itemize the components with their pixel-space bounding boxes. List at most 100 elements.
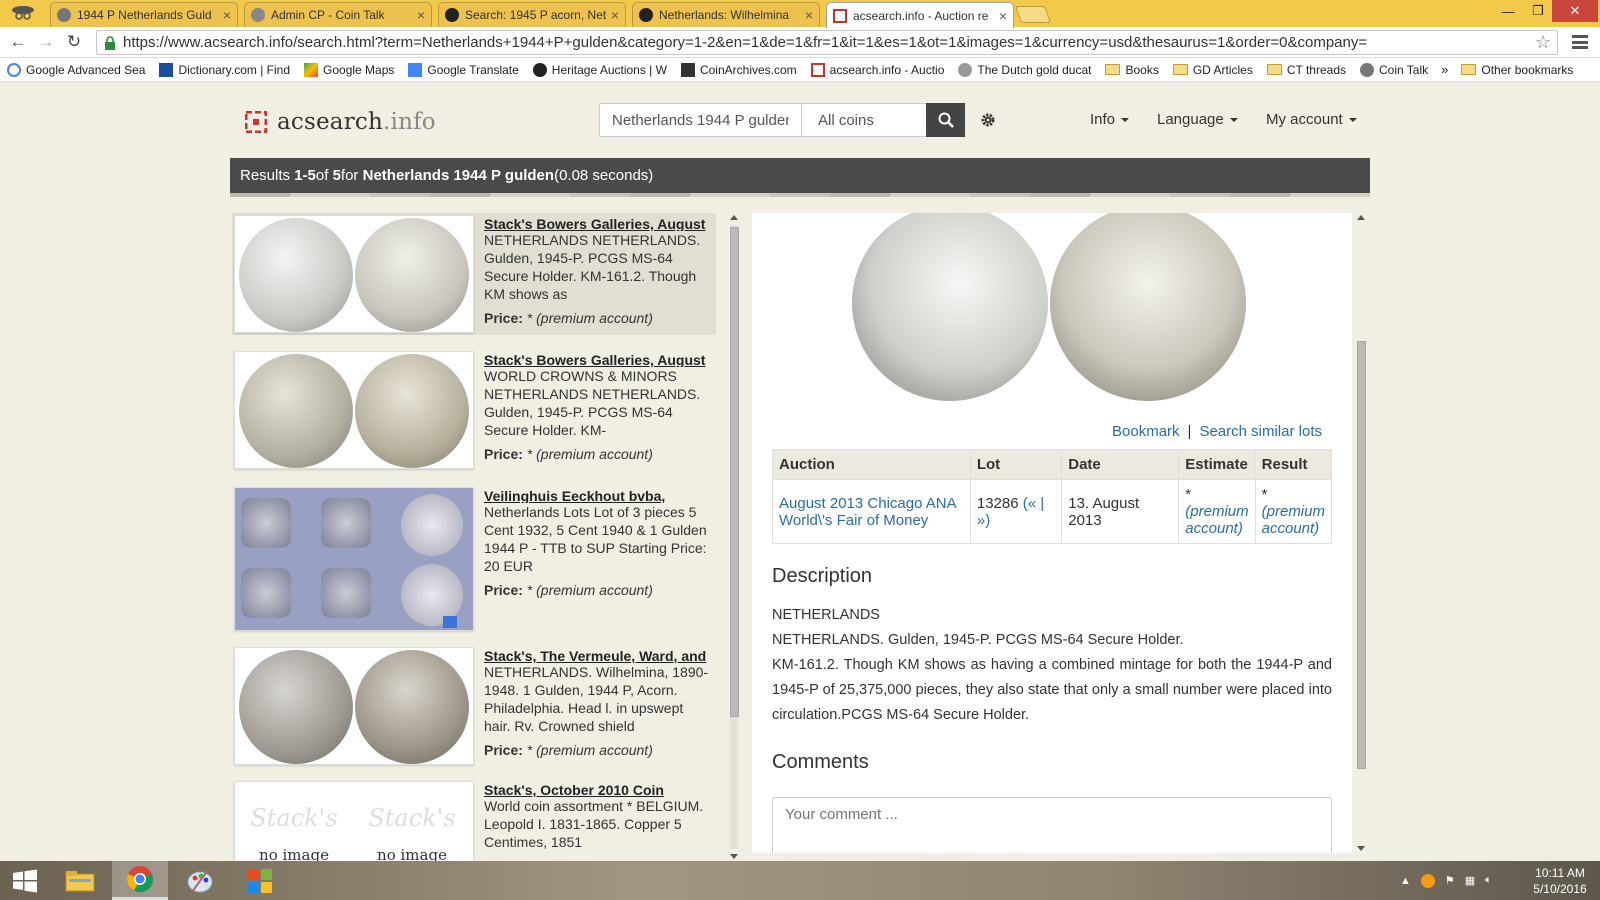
scroll-up-arrow-icon[interactable] <box>1357 215 1365 220</box>
auction-house-link[interactable]: Veilinghuis Eeckhout bvba, Auction 3, Lo… <box>484 487 712 503</box>
chrome-profile-icon[interactable] <box>6 2 40 24</box>
result-item[interactable]: Stack's Bowers Galleries, August 2012 N.… <box>232 349 716 471</box>
new-tab-button[interactable] <box>1014 6 1052 23</box>
bookmark-folder-gd-articles[interactable]: GD Articles <box>1166 58 1260 82</box>
bookmark-label: Dictionary.com | Find <box>178 62 291 77</box>
scroll-thumb[interactable] <box>730 227 739 717</box>
bookmark-folder-other[interactable]: Other bookmarks <box>1454 58 1580 82</box>
browser-tab[interactable]: Admin CP - Coin Talk × <box>244 2 432 27</box>
results-scrollbar[interactable] <box>728 213 740 861</box>
taskbar-clock[interactable]: 10:11 AM 5/10/2016 <box>1528 865 1592 897</box>
browser-tab[interactable]: Search: 1945 P acorn, Net × <box>438 2 626 27</box>
result-thumbnail[interactable] <box>234 215 474 333</box>
column-header: Lot <box>969 449 1063 480</box>
detail-scrollbar[interactable] <box>1355 213 1367 853</box>
auction-house-link[interactable]: Stack's, The Vermeule, Ward, and Morris … <box>484 647 712 663</box>
tab-close-icon[interactable]: × <box>417 7 425 23</box>
auction-house-link[interactable]: Stack's, October 2010 Coin Galleries Sal… <box>484 781 712 797</box>
chrome-taskbar-icon[interactable] <box>112 861 168 900</box>
scroll-up-arrow-icon[interactable] <box>730 215 738 220</box>
lot-image[interactable] <box>852 213 1252 401</box>
coin-favicon-icon <box>57 8 71 22</box>
close-window-icon[interactable]: ✕ <box>1552 0 1598 22</box>
premium-account-link[interactable]: (premium account) <box>1262 503 1325 537</box>
action-center-flag-icon[interactable]: ⚑ <box>1445 874 1455 887</box>
bookmark-link[interactable]: Bookmark <box>1112 423 1180 440</box>
tray-app-icon[interactable] <box>1420 873 1435 888</box>
restore-icon[interactable]: ❐ <box>1520 0 1556 22</box>
browser-tab-active[interactable]: acsearch.info - Auction re × <box>826 2 1014 28</box>
chrome-menu-icon[interactable] <box>1572 33 1588 51</box>
volume-icon[interactable]: 🔈︎ <box>1485 874 1492 887</box>
tab-close-icon[interactable]: × <box>999 8 1007 24</box>
search-similar-lots-link[interactable]: Search similar lots <box>1199 423 1322 440</box>
auction-link[interactable]: August 2013 Chicago ANA World\'s Fair of… <box>779 495 956 529</box>
result-item[interactable]: Stack's Bowers Galleries, August 2013 Ch… <box>232 213 716 335</box>
result-item[interactable]: Stack's no image Stack's no image Stack's,… <box>232 779 716 861</box>
bookmark-coinarchives[interactable]: CoinArchives.com <box>674 58 804 82</box>
coin-obverse-image <box>239 354 353 468</box>
bookmark-star-icon[interactable]: ☆ <box>1535 32 1551 53</box>
bookmark-heritage[interactable]: Heritage Auctions | W <box>526 58 674 82</box>
result-item[interactable]: Stack's, The Vermeule, Ward, and Morris … <box>232 645 716 767</box>
tab-close-icon[interactable]: × <box>611 7 619 23</box>
bookmark-label: Google Translate <box>427 62 519 77</box>
bookmark-google-translate[interactable]: Google Translate <box>401 58 525 82</box>
scroll-down-arrow-icon[interactable] <box>1357 846 1365 851</box>
bookmark-coin-talk[interactable]: Coin Talk <box>1353 58 1435 82</box>
bookmarks-bar: Google Advanced Sea Dictionary.com | Fin… <box>0 58 1600 82</box>
network-icon[interactable]: ▦ <box>1465 874 1475 887</box>
scroll-down-arrow-icon[interactable] <box>730 854 738 859</box>
maps-icon <box>304 62 319 77</box>
nav-info[interactable]: Info <box>1090 111 1130 128</box>
tab-close-icon[interactable]: × <box>805 7 813 23</box>
table-header-row: Auction Lot Date Estimate Result <box>772 449 1333 480</box>
address-bar[interactable]: https://www.acsearch.info/search.html?te… <box>96 30 1558 55</box>
nav-my-account[interactable]: My account <box>1266 111 1357 128</box>
bookmark-dictionary[interactable]: Dictionary.com | Find <box>152 58 297 82</box>
bookmark-dutch-ducat[interactable]: The Dutch gold ducat <box>951 58 1098 82</box>
coin-image <box>401 494 463 556</box>
result-thumbnail[interactable] <box>234 647 474 765</box>
file-explorer-taskbar-icon[interactable] <box>52 861 108 900</box>
premium-account-link[interactable]: (premium account) <box>1185 503 1248 537</box>
scroll-thumb[interactable] <box>1357 341 1366 769</box>
comment-input[interactable] <box>772 797 1332 853</box>
bookmark-acsearch[interactable]: acsearch.info - Auctio <box>804 58 952 82</box>
link-separator: | <box>1187 423 1192 440</box>
nav-language[interactable]: Language <box>1157 111 1238 128</box>
site-logo[interactable]: acsearch.info <box>245 109 436 135</box>
column-header: Result <box>1254 449 1333 480</box>
no-image-label: no image <box>377 846 447 861</box>
bookmark-folder-books[interactable]: Books <box>1098 58 1165 82</box>
office-taskbar-icon[interactable] <box>232 861 288 900</box>
bookmark-folder-ct-threads[interactable]: CT threads <box>1260 58 1353 82</box>
reload-icon[interactable]: ↻ <box>62 31 86 53</box>
bookmark-google-maps[interactable]: Google Maps <box>297 58 401 82</box>
auction-house-link[interactable]: Stack's Bowers Galleries, August 2012 N.… <box>484 351 712 367</box>
tab-close-icon[interactable]: × <box>223 7 231 23</box>
category-select[interactable]: All coins <box>802 104 926 136</box>
auction-house-link[interactable]: Stack's Bowers Galleries, August 2013 Ch… <box>484 215 712 231</box>
settings-gear-icon[interactable] <box>978 110 998 130</box>
windows-start-icon[interactable] <box>8 867 42 895</box>
result-item[interactable]: Veilinghuis Eeckhout bvba, Auction 3, Lo… <box>232 485 716 631</box>
search-input[interactable] <box>600 104 802 136</box>
nav-label: Info <box>1090 111 1116 128</box>
result-thumbnail[interactable] <box>234 351 474 469</box>
forward-arrow-icon[interactable]: → <box>34 31 58 53</box>
search-button[interactable] <box>926 103 965 137</box>
tray-expand-icon[interactable]: ▲ <box>1400 875 1411 887</box>
back-arrow-icon[interactable]: ← <box>6 31 30 53</box>
date-cell: 13. August 2013 <box>1061 479 1180 544</box>
result-thumbnail[interactable]: Stack's no image Stack's no image <box>234 781 474 861</box>
description-line: NETHERLANDS. Gulden, 1945-P. PCGS MS-64 … <box>772 632 1184 648</box>
browser-tab[interactable]: Netherlands: Wilhelmina × <box>632 2 820 27</box>
paint-taskbar-icon[interactable] <box>172 861 228 900</box>
bookmark-google-advanced[interactable]: Google Advanced Sea <box>0 58 152 82</box>
bookmarks-overflow-button[interactable]: » <box>1435 62 1454 77</box>
tab-title: acsearch.info - Auction re <box>853 8 989 23</box>
result-thumbnail[interactable] <box>234 487 474 631</box>
tab-title: Netherlands: Wilhelmina <box>659 8 790 22</box>
browser-tab[interactable]: 1944 P Netherlands Guld × <box>50 2 238 27</box>
